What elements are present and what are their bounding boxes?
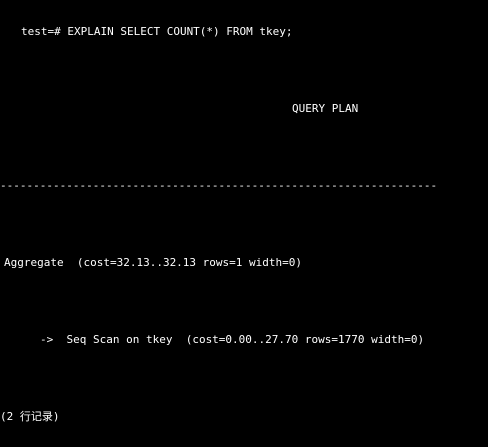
terminal-window[interactable]: test=# EXPLAIN SELECT COUNT(*) FROM tkey…: [0, 0, 488, 447]
plan-row-seq-scan: -> Seq Scan on tkey (cost=0.00..27.70 ro…: [40, 333, 425, 346]
plan-row-aggregate: Aggregate (cost=32.13..32.13 rows=1 widt…: [4, 256, 303, 269]
header-separator: ----------------------------------------…: [0, 179, 438, 192]
row-count-footer: (2 行记录): [0, 410, 60, 423]
command-line: test=# EXPLAIN SELECT COUNT(*) FROM tkey…: [21, 25, 293, 38]
query-plan-header: QUERY PLAN: [292, 102, 359, 115]
